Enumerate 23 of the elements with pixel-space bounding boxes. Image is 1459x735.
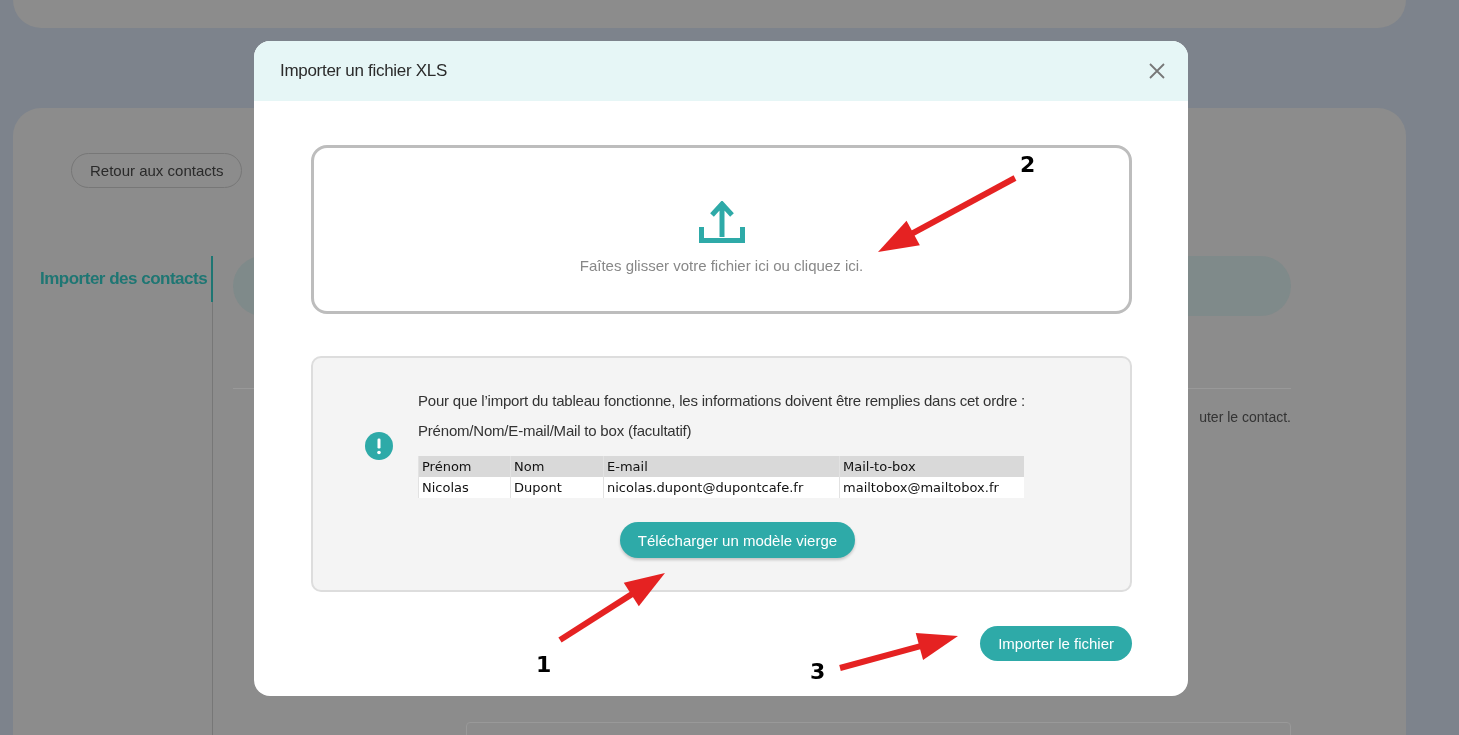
- info-icon: [365, 432, 393, 460]
- sidebar-item[interactable]: Importer des contacts: [40, 256, 213, 302]
- step-number: 2: [1020, 152, 1036, 177]
- table-header: Nom: [510, 456, 604, 477]
- table-header: E-mail: [603, 456, 840, 477]
- description-text: uter le contact.: [1199, 409, 1291, 425]
- table-header: Mail-to-box: [839, 456, 1024, 477]
- step-number: 1: [536, 652, 552, 677]
- step-number: 3: [810, 659, 826, 684]
- instruction-text: Pour que l’import du tableau fonctionne, les informations doivent être remplies dans cet ordre :: [418, 391, 1025, 411]
- table-header: Prénom: [418, 456, 511, 477]
- close-icon[interactable]: [1149, 63, 1165, 79]
- dropzone-hint: Faîtes glisser votre fichier ici ou cliquez ici.: [579, 257, 864, 274]
- import-file-button[interactable]: Importer le fichier: [980, 626, 1132, 661]
- table-cell: Dupont: [510, 477, 604, 498]
- upload-icon: [698, 201, 745, 243]
- table-cell: Nicolas: [418, 477, 511, 498]
- download-template-button[interactable]: Télécharger un modèle vierge: [619, 522, 856, 558]
- back-button[interactable]: Retour aux contacts: [71, 153, 243, 188]
- dialog-title: Importer un fichier XLS: [280, 61, 447, 81]
- instruction-text: Prénom/Nom/E-mail/Mail to box (facultatif): [418, 421, 693, 441]
- table-cell: mailtobox@mailtobox.fr: [839, 477, 1024, 498]
- table-cell: nicolas.dupont@dupontcafe.fr: [603, 477, 840, 498]
